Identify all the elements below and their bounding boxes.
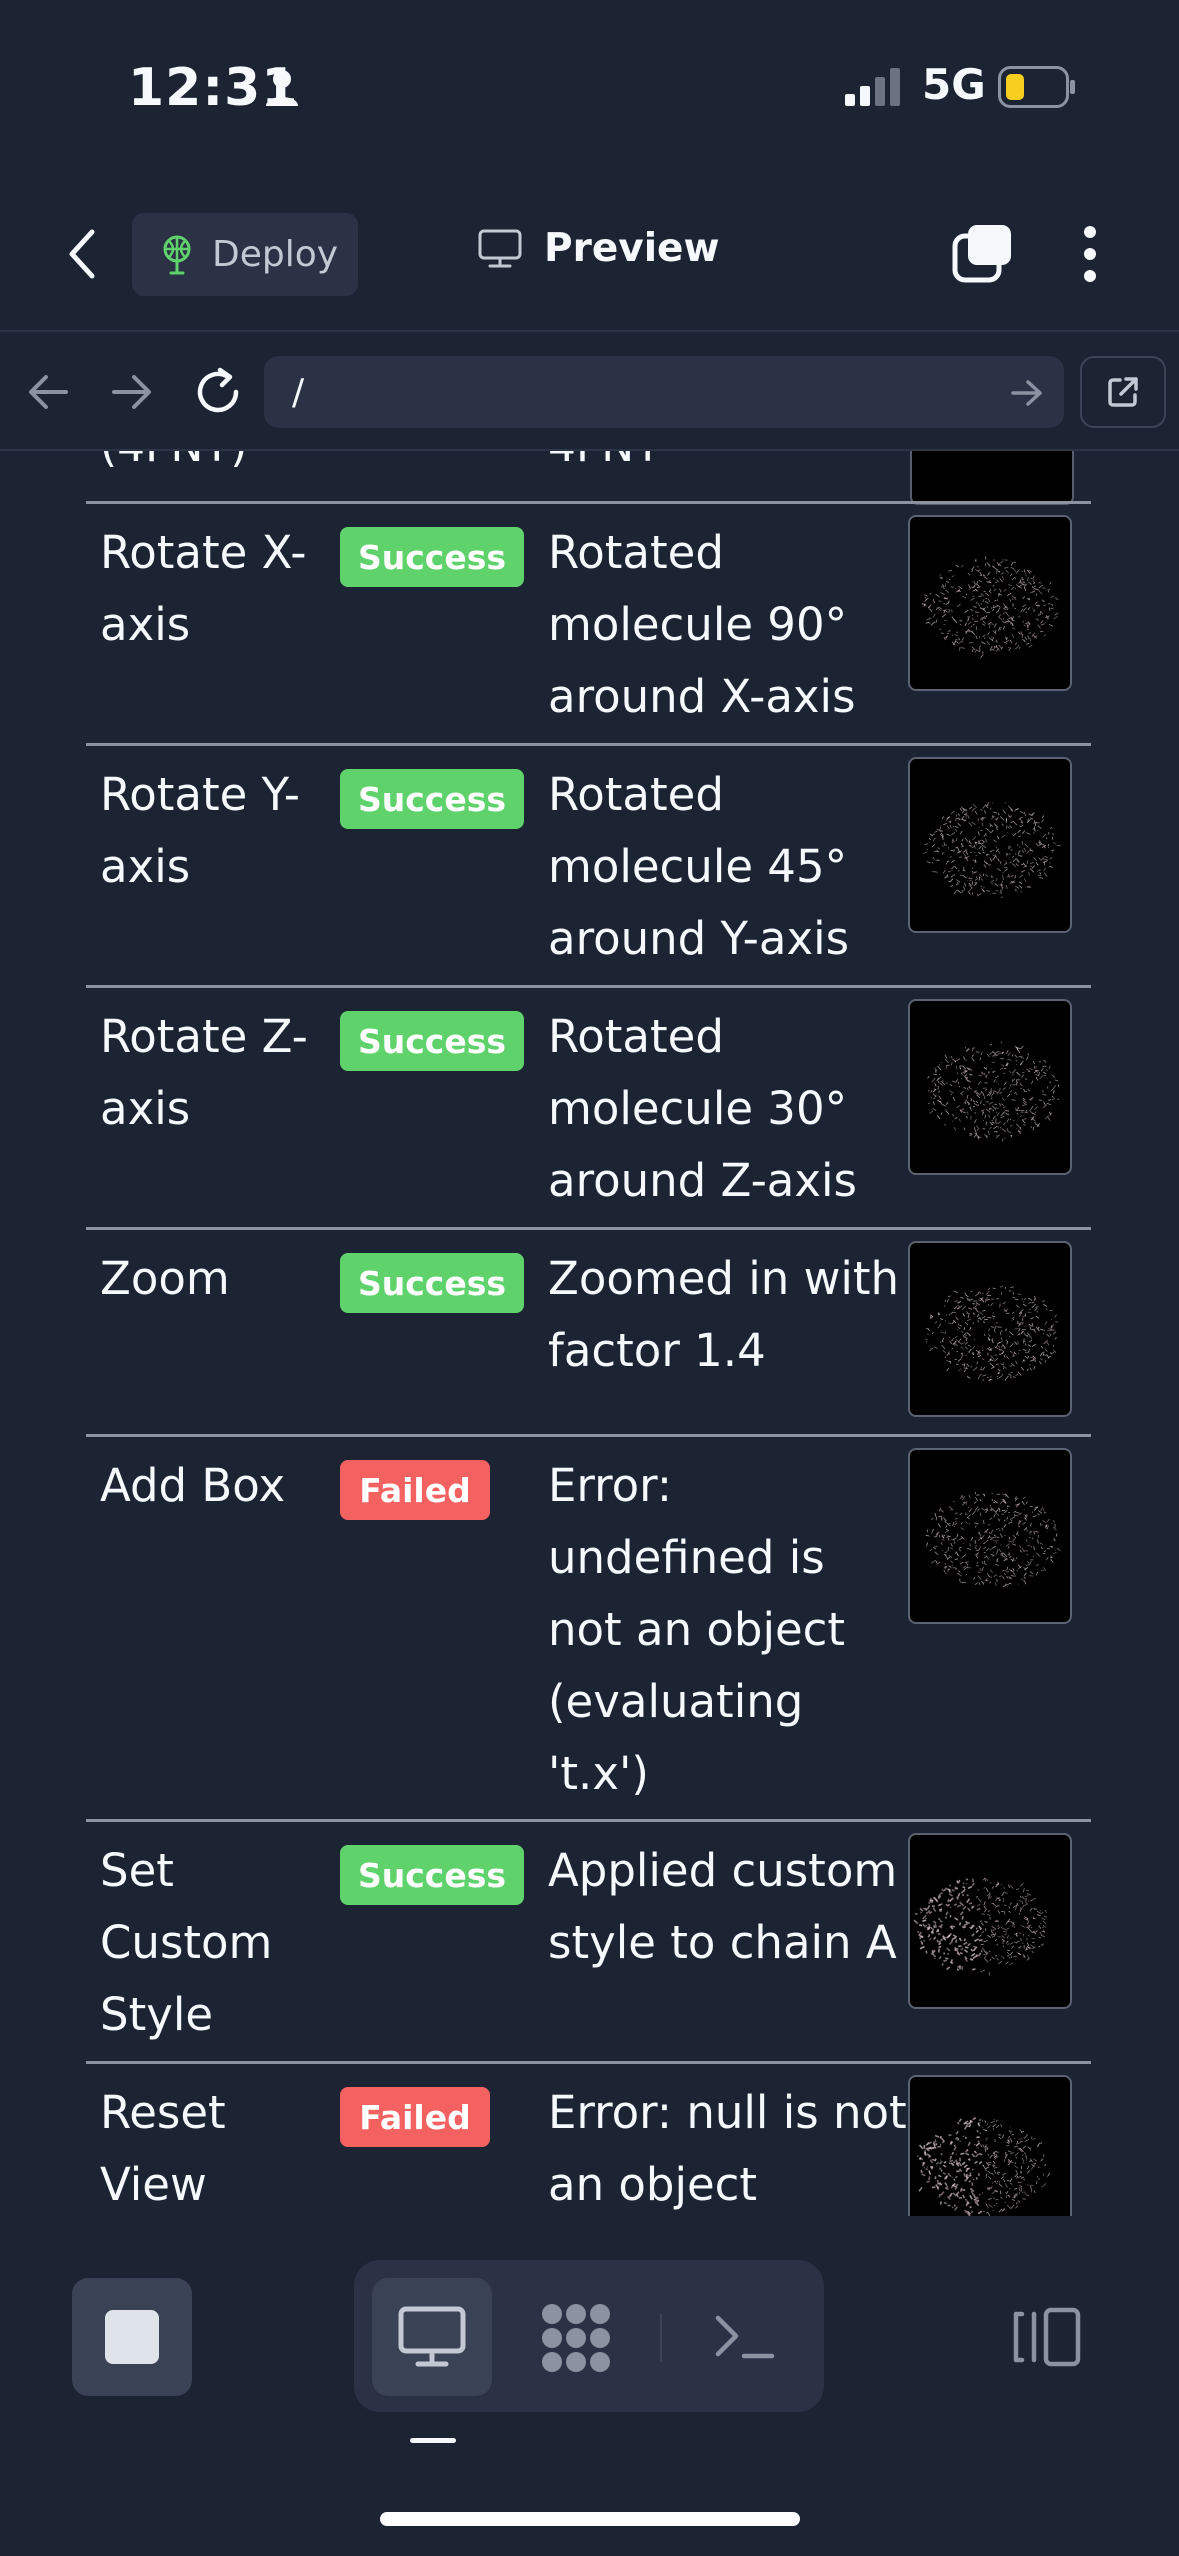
molecule-thumbnail (908, 999, 1072, 1175)
monitor-icon (478, 229, 522, 267)
result-cell: Applied custom style to chain A (548, 1844, 898, 1969)
status-badge: Failed (340, 2087, 490, 2147)
row-divider (86, 985, 1091, 988)
action-cell: Rotate X-axis (100, 526, 307, 651)
desktop-icon (398, 2306, 466, 2367)
molecule-render (913, 1877, 1048, 1976)
active-view-indicator (410, 2438, 456, 2443)
molecule-render (925, 1285, 1059, 1382)
row-divider (86, 1227, 1091, 1230)
result-cell: Error: undefined is not an object (evalu… (548, 1459, 846, 1800)
external-link-icon (1108, 377, 1138, 407)
stop-button[interactable] (72, 2278, 192, 2396)
molecule-render (927, 1041, 1060, 1142)
nav-back-icon[interactable] (26, 372, 70, 412)
molecule-render (923, 802, 1061, 898)
deploy-button[interactable]: Deploy (132, 213, 358, 296)
molecule-thumbnail (908, 1241, 1072, 1417)
row-divider (86, 2061, 1091, 2064)
partial-row-result: 4FNT (548, 451, 661, 472)
network-type: 5G (922, 60, 986, 109)
switcher-separator (660, 2314, 662, 2362)
person-icon (266, 70, 298, 106)
stop-icon (105, 2310, 159, 2364)
molecule-thumbnail (908, 2075, 1072, 2216)
open-external-button[interactable] (1080, 356, 1166, 428)
preview-label: Preview (544, 226, 720, 271)
result-cell: Error: null is not an object (548, 2086, 907, 2211)
molecule-thumbnail (908, 1833, 1072, 2009)
status-badge: Success (340, 1845, 524, 1905)
status-badge: Failed (340, 1460, 490, 1520)
nav-forward-icon[interactable] (110, 372, 154, 412)
back-chevron-icon[interactable] (60, 224, 104, 284)
action-cell: Reset View (100, 2086, 226, 2211)
reload-icon[interactable] (192, 366, 244, 418)
row-divider (86, 1434, 1091, 1437)
row-divider (86, 1819, 1091, 1822)
molecule-render (925, 1491, 1061, 1588)
status-badge: Success (340, 1253, 524, 1313)
partial-row-action: (4FNT) (100, 451, 247, 472)
url-input[interactable]: / (264, 356, 1064, 428)
terminal-icon[interactable] (712, 2310, 776, 2364)
molecule-thumbnail (908, 515, 1072, 691)
tabs-icon[interactable] (952, 222, 1014, 284)
home-indicator (380, 2512, 800, 2526)
more-options-icon[interactable] (1078, 224, 1102, 284)
status-badge: Success (340, 1011, 524, 1071)
action-cell: Set Custom Style (100, 1844, 273, 2041)
preview-content[interactable]: (4FNT) 4FNT Rotate X-axis Success Rotate… (0, 451, 1179, 2216)
action-cell: Add Box (100, 1459, 286, 1512)
molecule-render (917, 2116, 1051, 2216)
partial-row-thumbnail (910, 451, 1074, 505)
top-divider (0, 330, 1179, 332)
action-cell: Rotate Y-axis (100, 768, 301, 893)
split-view-icon[interactable] (1010, 2306, 1082, 2368)
status-badge: Success (340, 527, 524, 587)
result-cell: Zoomed in with factor 1.4 (548, 1252, 900, 1377)
molecule-thumbnail (908, 757, 1072, 933)
url-go-arrow-icon[interactable] (1010, 378, 1044, 408)
cellular-signal-icon (845, 68, 900, 106)
url-text: / (292, 371, 305, 413)
result-cell: Rotated molecule 90° around X-axis (548, 526, 856, 723)
battery-icon (998, 66, 1075, 108)
molecule-thumbnail (908, 1448, 1072, 1624)
molecule-render (921, 556, 1059, 659)
deploy-icon (163, 235, 191, 274)
action-cell: Zoom (100, 1252, 230, 1305)
result-cell: Rotated molecule 30° around Z-axis (548, 1010, 857, 1207)
row-divider (86, 501, 1091, 504)
workspace-grid-icon[interactable] (538, 2302, 614, 2374)
preview-tab[interactable]: Preview (478, 226, 720, 271)
row-divider (86, 743, 1091, 746)
status-badge: Success (340, 769, 524, 829)
result-cell: Rotated molecule 45° around Y-axis (548, 768, 850, 965)
action-cell: Rotate Z-axis (100, 1010, 308, 1135)
deploy-label: Deploy (212, 234, 339, 275)
